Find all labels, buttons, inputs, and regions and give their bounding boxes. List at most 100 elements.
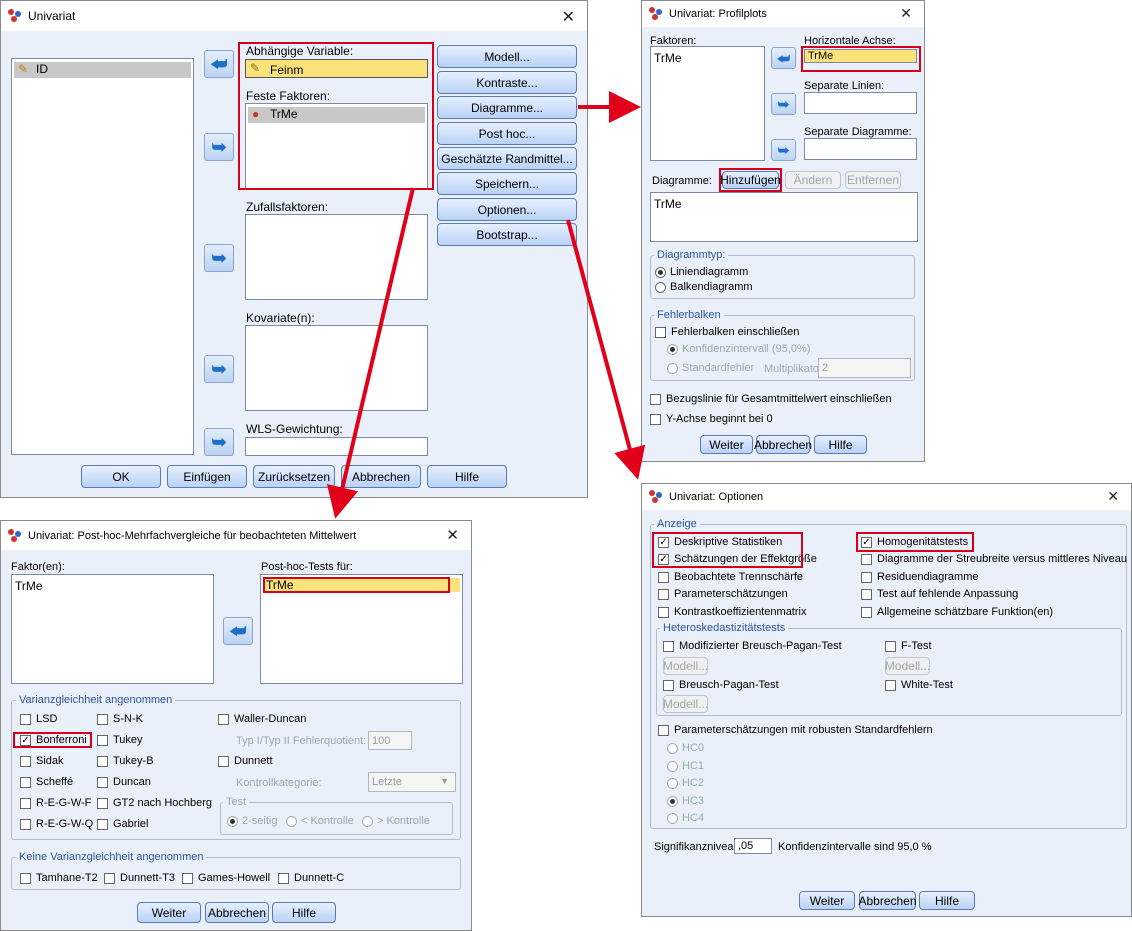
modified-bp-checkbox[interactable]: Modifizierter Breusch-Pagan-Test (663, 640, 842, 652)
radio-icon (362, 815, 373, 827)
parameter-estimates-checkbox[interactable]: Parameterschätzungen (658, 588, 788, 600)
robust-se-checkbox[interactable]: Parameterschätzungen mit robusten Standa… (658, 724, 933, 736)
continue-button[interactable]: Weiter (137, 902, 201, 923)
cancel-button[interactable]: Abbrechen (754, 435, 812, 454)
contrast-matrix-checkbox[interactable]: Kontrastkoeffizientenmatrix (658, 606, 806, 618)
covariate-list[interactable] (245, 325, 428, 411)
bar-chart-radio[interactable]: Balkendiagramm (655, 281, 753, 293)
close-icon[interactable]: ✕ (900, 5, 912, 22)
separate-lines-field[interactable] (804, 92, 917, 114)
move-factor-button[interactable]: ⮨ (223, 617, 253, 645)
contrasts-button[interactable]: Kontraste... (437, 71, 577, 94)
hc0-radio[interactable]: HC0 (667, 742, 704, 754)
random-factors-list[interactable] (245, 214, 428, 300)
regwq-checkbox[interactable]: R-E-G-W-Q (20, 818, 93, 830)
tests-for-label: Post-hoc-Tests für: (261, 561, 353, 573)
multiplier-field[interactable]: 2 (818, 358, 911, 378)
ftest-checkbox[interactable]: F-Test (885, 640, 932, 652)
general-function-checkbox[interactable]: Allgemeine schätzbare Funktion(en) (861, 606, 1053, 618)
bootstrap-button[interactable]: Bootstrap... (437, 223, 577, 246)
radio-icon (655, 281, 666, 293)
hc1-radio[interactable]: HC1 (667, 760, 704, 772)
lsd-checkbox[interactable]: LSD (20, 713, 57, 725)
two-sided-radio[interactable]: 2-seitig (227, 815, 277, 827)
residual-plots-checkbox[interactable]: Residuendiagramme (861, 571, 979, 583)
snk-checkbox[interactable]: S-N-K (97, 713, 143, 725)
source-variable-list[interactable]: ✎ ID (11, 58, 194, 455)
move-diagrams-button[interactable]: ➥ (771, 139, 796, 161)
save-button[interactable]: Speichern... (437, 172, 577, 195)
list-item[interactable]: TrMe (15, 579, 43, 593)
close-icon[interactable]: ✕ (562, 7, 575, 27)
cancel-button[interactable]: Abbrechen (205, 902, 269, 923)
hc4-radio[interactable]: HC4 (667, 812, 704, 824)
less-control-radio[interactable]: < Kontrolle (286, 815, 354, 827)
games-howell-checkbox[interactable]: Games-Howell (182, 872, 270, 884)
ratio-field[interactable]: 100 (368, 731, 412, 750)
dunnett-c-checkbox[interactable]: Dunnett-C (278, 872, 344, 884)
hc3-radio[interactable]: HC3 (667, 795, 704, 807)
dunnett-checkbox[interactable]: Dunnett (218, 755, 273, 767)
duncan-checkbox[interactable]: Duncan (97, 776, 151, 788)
help-button[interactable]: Hilfe (814, 435, 867, 454)
highlight-frame (263, 577, 450, 593)
em-means-button[interactable]: Geschätzte Randmittel... (437, 147, 577, 170)
include-errorbars-checkbox[interactable]: Fehlerbalken einschließen (655, 326, 799, 338)
white-test-checkbox[interactable]: White-Test (885, 679, 953, 691)
paste-button[interactable]: Einfügen (167, 465, 247, 488)
observed-power-checkbox[interactable]: Beobachtete Trennschärfe (658, 571, 803, 583)
line-chart-radio[interactable]: Liniendiagramm (655, 266, 748, 278)
separate-diagrams-field[interactable] (804, 138, 917, 160)
help-button[interactable]: Hilfe (919, 891, 975, 910)
posthoc-button[interactable]: Post hoc... (437, 122, 577, 145)
close-icon[interactable]: ✕ (1107, 488, 1119, 505)
gabriel-checkbox[interactable]: Gabriel (97, 818, 148, 830)
lack-of-fit-checkbox[interactable]: Test auf fehlende Anpassung (861, 588, 1018, 600)
factors-list[interactable]: TrMe (650, 46, 765, 161)
ok-button[interactable]: OK (81, 465, 161, 488)
cancel-button[interactable]: Abbrechen (341, 465, 421, 488)
continue-button[interactable]: Weiter (700, 435, 753, 454)
factors-list[interactable]: TrMe (11, 574, 214, 684)
se-radio[interactable]: Standardfehler (667, 362, 754, 374)
dunnett-t3-checkbox[interactable]: Dunnett-T3 (104, 872, 175, 884)
tamhane-checkbox[interactable]: Tamhane-T2 (20, 872, 98, 884)
refline-checkbox[interactable]: Bezugslinie für Gesamtmittelwert einschl… (650, 393, 892, 405)
list-item[interactable]: TrMe (654, 197, 682, 211)
regwf-checkbox[interactable]: R-E-G-W-F (20, 797, 91, 809)
diagrams-list[interactable]: TrMe (650, 192, 918, 242)
cancel-button[interactable]: Abbrechen (858, 891, 917, 910)
move-dependent-button[interactable]: ⮨ (204, 50, 234, 78)
continue-button[interactable]: Weiter (799, 891, 855, 910)
help-button[interactable]: Hilfe (272, 902, 336, 923)
help-button[interactable]: Hilfe (427, 465, 507, 488)
move-fixed-button[interactable]: ➥ (204, 133, 234, 161)
plots-button[interactable]: Diagramme... (437, 96, 577, 119)
waller-duncan-checkbox[interactable]: Waller-Duncan (218, 713, 306, 725)
sig-field[interactable]: ,05 (734, 838, 772, 854)
move-lines-button[interactable]: ➥ (771, 93, 796, 115)
yzero-checkbox[interactable]: Y-Achse beginnt bei 0 (650, 413, 773, 425)
sidak-checkbox[interactable]: Sidak (20, 755, 64, 767)
reset-button[interactable]: Zurücksetzen (253, 465, 335, 488)
model-button[interactable]: Modell... (437, 45, 577, 68)
move-horizontal-button[interactable]: ⮨ (771, 47, 796, 69)
wls-field[interactable] (245, 437, 428, 456)
tukey-b-checkbox[interactable]: Tukey-B (97, 755, 154, 767)
move-covariate-button[interactable]: ➥ (204, 355, 234, 383)
tukey-checkbox[interactable]: Tukey (97, 734, 143, 746)
bp-checkbox[interactable]: Breusch-Pagan-Test (663, 679, 779, 691)
gt2-checkbox[interactable]: GT2 nach Hochberg (97, 797, 212, 809)
scheffe-checkbox[interactable]: Scheffé (20, 776, 73, 788)
spread-level-checkbox[interactable]: Diagramme der Streubreite versus mittler… (861, 553, 1127, 565)
close-icon[interactable]: ✕ (446, 526, 459, 544)
list-item[interactable]: ✎ ID (14, 62, 191, 78)
hc2-radio[interactable]: HC2 (667, 777, 704, 789)
greater-control-radio[interactable]: > Kontrolle (362, 815, 430, 827)
control-select[interactable]: Letzte ▼ (368, 772, 456, 792)
options-button[interactable]: Optionen... (437, 198, 577, 221)
move-wls-button[interactable]: ➥ (204, 428, 234, 456)
ci-radio[interactable]: Konfidenzintervall (95,0%) (667, 343, 810, 355)
list-item[interactable]: TrMe (654, 51, 682, 65)
move-random-button[interactable]: ➥ (204, 244, 234, 272)
